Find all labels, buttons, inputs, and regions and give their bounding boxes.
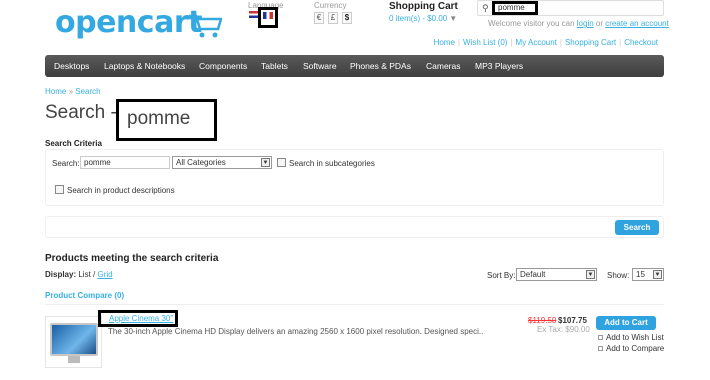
breadcrumb-search[interactable]: Search [75,87,100,96]
descriptions-checkbox[interactable] [55,185,64,194]
wishlist-icon [598,335,603,341]
menu-item-desktops[interactable]: Desktops [54,55,89,77]
header-search-input[interactable]: pomme [492,1,538,15]
product-name-box: Apple Cinema 30" [98,310,178,327]
menu-item-tablets[interactable]: Tablets [261,55,288,77]
add-to-wishlist-link[interactable]: Add to Wish List [598,333,664,342]
monitor-image [50,323,98,356]
search-button-bar [45,216,664,238]
separator: | [559,38,562,47]
cart-logo-icon [189,14,222,38]
product-thumbnail[interactable] [45,316,102,368]
limit-select[interactable]: 15 ▼ [632,268,664,281]
subcategories-checkbox[interactable] [277,158,286,167]
opencart-logo[interactable]: opencart [55,5,225,41]
highlight-box [258,7,278,28]
welcome-text: Welcome visitor you can login or create … [488,19,669,28]
chevron-down-icon: ▼ [449,14,458,23]
currency-pound-button[interactable]: £ [328,12,338,24]
sort-label: Sort By: [487,271,516,280]
top-links: Home | Wish List (0) | My Account | Shopping C… [434,38,658,47]
sort-select-value: Default [520,270,546,279]
subcategories-label: Search in subcategories [289,159,375,168]
descriptions-label: Search in product descriptions [67,186,175,195]
chevron-down-icon: ▼ [653,270,662,279]
search-criteria-input[interactable]: pomme [80,156,170,169]
add-to-wishlist-text: Add to Wish List [606,333,664,342]
menu-item-mp3[interactable]: MP3 Players [475,55,523,77]
create-account-link[interactable]: create an account [605,19,669,28]
category-select[interactable]: All Categories ▼ [172,156,272,169]
breadcrumb-separator: » [66,87,76,96]
menu-item-cameras[interactable]: Cameras [426,55,460,77]
chevron-down-icon: ▼ [261,158,270,167]
price-ex-tax: Ex Tax: $90.00 [537,325,590,334]
my-account-link[interactable]: My Account [516,38,557,47]
welcome-or: or [593,19,606,28]
results-title: Products meeting the search criteria [45,253,219,264]
breadcrumb-home[interactable]: Home [45,87,66,96]
search-button[interactable]: Search [615,220,659,235]
menu-item-phones[interactable]: Phones & PDAs [350,55,411,77]
logo-text: opencart [55,5,202,40]
breadcrumb: Home » Search [45,87,101,96]
cart-summary[interactable]: 0 item(s) - $0.00 ▼ [389,14,457,23]
product-compare-link[interactable]: Product Compare (0) [45,291,124,300]
add-to-compare-link[interactable]: Add to Compare [598,344,664,353]
price-new: $107.75 [558,316,587,325]
category-select-value: All Categories [176,158,226,167]
currency-euro-button[interactable]: € [314,12,324,24]
show-label: Show: [607,271,630,280]
monitor-stand [68,356,80,363]
search-criteria-title: Search Criteria [45,139,102,148]
menu-item-software[interactable]: Software [303,55,337,77]
product-description: The 30-inch Apple Cinema HD Display deli… [108,327,484,336]
compare-icon [598,346,603,352]
welcome-prefix: Welcome visitor you can [488,19,577,28]
menu-item-laptops[interactable]: Laptops & Notebooks [104,55,185,77]
separator: | [510,38,513,47]
home-link[interactable]: Home [434,38,455,47]
language-selector[interactable] [247,7,283,30]
page-title: Search - [45,102,117,123]
cart-title: Shopping Cart [389,1,458,12]
currency-dollar-button[interactable]: $ [342,12,352,24]
separator: | [457,38,460,47]
chevron-down-icon: ▼ [586,270,595,279]
display-label: Display: [45,270,77,279]
category-menu: Desktops Laptops & Notebooks Components … [45,55,664,77]
shopping-cart-link[interactable]: Shopping Cart [565,38,616,47]
display-grid-link[interactable]: Grid [97,270,112,279]
cart-items-text: 0 item(s) - $0.00 [389,14,448,23]
wishlist-link[interactable]: Wish List (0) [463,38,507,47]
separator: | [619,38,622,47]
menu-item-components[interactable]: Components [199,55,247,77]
limit-select-value: 15 [636,270,645,279]
checkout-link[interactable]: Checkout [624,38,658,47]
login-link[interactable]: login [577,19,594,28]
divider [45,304,664,305]
currency-label: Currency [314,1,347,10]
add-to-cart-button[interactable]: Add to Cart [596,316,656,330]
search-label: Search: [52,159,80,168]
price-old: $119.50 [528,316,557,325]
sort-select[interactable]: Default ▼ [516,268,597,281]
display-list: List [78,270,91,279]
display-toggle: Display: List / Grid [45,270,113,279]
header-search-field[interactable]: ⚲ pomme [477,0,664,16]
search-icon[interactable]: ⚲ [482,3,489,14]
add-to-compare-text: Add to Compare [606,344,665,353]
product-name-link[interactable]: Apple Cinema 30" [109,314,173,323]
page-title-query: pomme [116,99,217,141]
